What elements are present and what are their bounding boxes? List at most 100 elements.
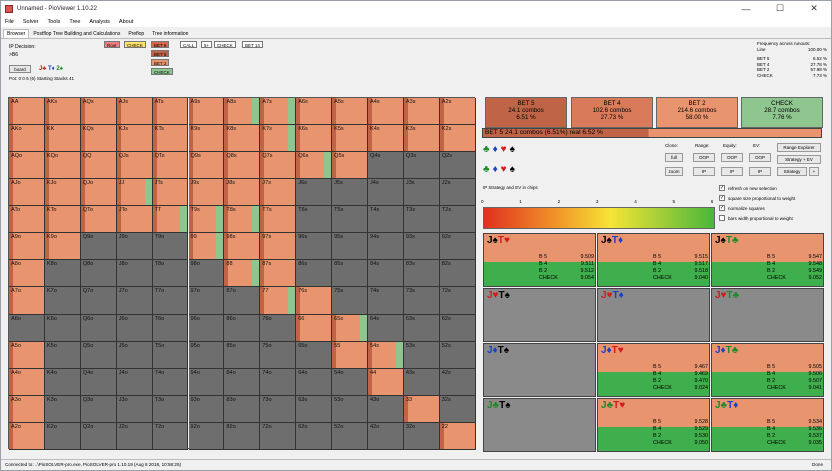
tab-browser[interactable]: Browser (3, 29, 30, 38)
hand-cell[interactable]: KJs (116, 125, 153, 153)
hand-cell[interactable]: 73o (260, 395, 297, 423)
hand-cell[interactable]: 96s (296, 233, 333, 261)
hand-cell[interactable]: ATo (9, 206, 45, 234)
hand-cell[interactable]: AJs (116, 98, 153, 126)
hand-cell[interactable]: 95o (188, 341, 225, 369)
suit-red-icon[interactable]: ♥ (501, 164, 507, 175)
hand-cell[interactable]: T8s (224, 206, 261, 234)
hand-cell[interactable]: K6o (44, 314, 81, 342)
hand-cell[interactable]: J4s (368, 179, 404, 207)
hand-cell[interactable]: J9s (188, 179, 225, 207)
hand-cell[interactable]: JTs (152, 179, 189, 207)
panel-button[interactable]: OOP (721, 153, 743, 162)
suit-green-icon[interactable]: ♣ (483, 164, 490, 175)
option-checkbox[interactable]: ✓ refresh on new selection (719, 185, 777, 191)
hand-cell[interactable]: K3s (403, 125, 440, 153)
action-box[interactable]: BET 5 24.1 combos 6.51 % (485, 97, 567, 128)
menu-file[interactable]: File (5, 19, 14, 25)
hand-cell[interactable]: 54o (332, 368, 368, 396)
tab-preflop[interactable]: Preflop (124, 29, 148, 38)
hand-cell[interactable]: J3s (403, 179, 440, 207)
hand-cell[interactable]: Q6o (80, 314, 117, 342)
hand-cell[interactable]: 84s (368, 260, 404, 288)
hand-cell[interactable]: T3s (403, 206, 440, 234)
hand-cell[interactable]: KQo (44, 152, 81, 180)
hand-cell[interactable]: K2s (439, 125, 476, 153)
hand-cell[interactable]: KTo (44, 206, 81, 234)
hand-cell[interactable]: 94s (368, 233, 404, 261)
hand-combo-cell[interactable]: J♠T♥ B 5 9.509 B 4 9.511 B 2 9.512 CHECK 9.054 (483, 233, 596, 287)
hand-cell[interactable]: Q7s (260, 152, 297, 180)
panel-button[interactable]: + (809, 167, 819, 176)
hand-cell[interactable]: 96o (188, 314, 225, 342)
hand-cell[interactable]: A9o (9, 233, 45, 261)
hand-cell[interactable]: A2o (9, 422, 45, 450)
tree-node[interactable]: Root (104, 41, 120, 48)
hand-cell[interactable]: J7s (260, 179, 297, 207)
tree-node[interactable]: BET 14 (242, 41, 263, 48)
hand-cell[interactable]: Q2s (439, 152, 476, 180)
panel-button[interactable]: IP (721, 167, 743, 176)
hand-cell[interactable]: Q3o (80, 395, 117, 423)
hand-cell[interactable]: QTs (152, 152, 189, 180)
hand-cell[interactable]: 42o (368, 422, 404, 450)
hand-cell[interactable]: 32o (403, 422, 440, 450)
hand-combo-cell[interactable]: J♣T♥ B 5 9.528 B 4 9.529 B 2 9.530 CHECK 9.050 (597, 398, 710, 452)
hand-cell[interactable]: 32s (439, 395, 476, 423)
tab-postflop[interactable]: Postflop Tree Building and Calculations (29, 29, 124, 38)
hand-combo-cell[interactable]: J♥T♣ (711, 288, 824, 342)
hand-cell[interactable]: A5s (332, 98, 368, 126)
hand-cell[interactable]: 66 (296, 314, 333, 342)
hand-cell[interactable]: J8o (116, 260, 153, 288)
hand-cell[interactable]: 85s (332, 260, 368, 288)
hand-cell[interactable]: 99 (188, 233, 225, 261)
hand-cell[interactable]: T5o (152, 341, 189, 369)
menu-tools[interactable]: Tools (47, 19, 60, 25)
hand-cell[interactable]: A6s (296, 98, 333, 126)
hand-cell[interactable]: Q9o (80, 233, 117, 261)
hand-cell[interactable]: Q6s (296, 152, 333, 180)
hand-cell[interactable]: KQs (80, 125, 117, 153)
suit-black-icon[interactable]: ♠ (510, 144, 515, 155)
hand-cell[interactable]: AQs (80, 98, 117, 126)
tree-node[interactable]: CHECK (151, 68, 173, 75)
hand-cell[interactable]: 84o (224, 368, 261, 396)
hand-cell[interactable]: 65s (332, 314, 368, 342)
tree-node[interactable]: BET 5 (151, 50, 170, 57)
hand-cell[interactable]: T6o (152, 314, 189, 342)
hand-cell[interactable]: K9s (188, 125, 225, 153)
hand-cell[interactable]: 72o (260, 422, 297, 450)
minimize-button[interactable]: — (729, 1, 763, 16)
hand-cell[interactable]: J2o (116, 422, 153, 450)
hand-cell[interactable]: 52s (439, 341, 476, 369)
close-button[interactable]: ✕ (797, 1, 831, 16)
hand-cell[interactable]: A2s (439, 98, 476, 126)
hand-cell[interactable]: J7o (116, 287, 153, 315)
hand-cell[interactable]: JTo (116, 206, 153, 234)
hand-cell[interactable]: 64s (368, 314, 404, 342)
hand-cell[interactable]: A9s (188, 98, 225, 126)
hand-combo-cell[interactable]: J♠T♣ B 5 9.547 B 4 9.548 B 2 9.549 CHECK 9.052 (711, 233, 824, 287)
hand-cell[interactable]: QQ (80, 152, 117, 180)
hand-cell[interactable]: 97o (188, 287, 225, 315)
suit-black-icon[interactable]: ♠ (510, 164, 515, 175)
panel-button[interactable]: Range Explorer (777, 143, 821, 152)
hand-cell[interactable]: K5o (44, 341, 81, 369)
hand-cell[interactable]: T5s (332, 206, 368, 234)
hand-cell[interactable]: 65o (296, 341, 333, 369)
hand-cell[interactable]: 53s (403, 341, 440, 369)
option-checkbox[interactable]: ✓ normalize squares (719, 205, 765, 211)
hand-cell[interactable]: 77 (260, 287, 297, 315)
hand-combo-cell[interactable]: J♣T♠ (483, 398, 596, 452)
panel-button[interactable]: IP (749, 167, 771, 176)
panel-button[interactable]: Strategy (777, 167, 807, 176)
hand-cell[interactable]: T7s (260, 206, 297, 234)
hand-cell[interactable]: 63o (296, 395, 333, 423)
action-box[interactable]: BET 2 214.6 combos 58.00 % (656, 97, 738, 128)
tab-tree-information[interactable]: Tree information (148, 29, 192, 38)
hand-cell[interactable]: TT (152, 206, 189, 234)
option-checkbox[interactable]: bars width proportional to weight (719, 215, 793, 221)
menu-analysis[interactable]: Analysis (89, 19, 109, 25)
hand-cell[interactable]: J2s (439, 179, 476, 207)
hand-cell[interactable]: A6o (9, 314, 45, 342)
